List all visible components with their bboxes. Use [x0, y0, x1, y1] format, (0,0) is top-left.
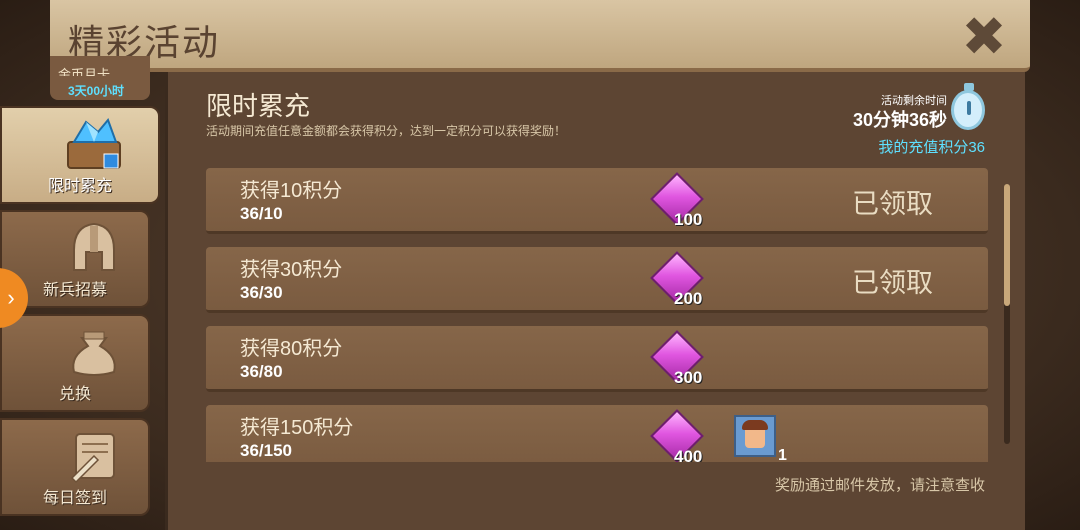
reward-progress: 36/80: [240, 362, 283, 381]
claimed-status: 已领取: [852, 268, 933, 298]
scroll-quill-icon: [64, 428, 124, 484]
hero-count: 1: [778, 447, 787, 462]
reward-progress: 36/150: [240, 441, 292, 460]
my-points: 我的充值积分36: [878, 139, 985, 156]
tab-limited-recharge-label: 限时累充: [47, 178, 112, 195]
tab-limited-recharge[interactable]: 限时累充: [0, 106, 160, 204]
reward-row: 获得10积分 36/10 100 已领取: [206, 168, 988, 234]
tab-daily-signin-label: 每日签到: [42, 490, 107, 507]
panel-heading: 限时累充: [206, 91, 311, 121]
tab-exchange[interactable]: 兑换: [0, 314, 150, 412]
helmet-icon: [64, 220, 124, 276]
scrollbar-thumb[interactable]: [1004, 184, 1010, 306]
stopwatch-icon: [951, 83, 985, 130]
tab-daily-signin[interactable]: 每日签到: [0, 418, 150, 516]
hero-avatar-icon: [734, 415, 776, 457]
reward-title: 获得80积分: [240, 338, 343, 360]
window-header: 精彩活动 ✖: [50, 0, 1030, 72]
tab-monthly-card-label: 金币月卡: [58, 67, 111, 76]
reward-progress: 36/30: [240, 283, 283, 302]
reward-row: 获得80积分 36/80 300: [206, 326, 988, 392]
reward-title: 获得30积分: [240, 259, 343, 281]
reward-list-scrollbar[interactable]: [1004, 184, 1010, 444]
gem-amount: 100: [674, 210, 703, 229]
gem-amount: 300: [674, 368, 703, 387]
gem-amount: 200: [674, 289, 703, 308]
crystal-chest-icon: [64, 116, 124, 172]
close-button[interactable]: ✖: [956, 7, 1012, 67]
timer-value: 30分钟36秒: [852, 110, 947, 130]
tab-monthly-card[interactable]: 金币月卡 3天00小时: [50, 56, 150, 100]
chevron-right-icon: ›: [7, 285, 15, 310]
event-panel: 限时累充 活动期间充值任意金额都会获得积分，达到一定积分可以获得奖励！ 活动剩余…: [165, 72, 1025, 530]
claimed-status: 已领取: [852, 189, 933, 219]
reward-list[interactable]: 获得10积分 36/10 100 已领取 获得30积分 36/30 200 已领…: [206, 168, 988, 462]
tab-exchange-label: 兑换: [58, 386, 91, 403]
reward-row: 获得30积分 36/30 200 已领取: [206, 247, 988, 313]
panel-description: 活动期间充值任意金额都会获得积分，达到一定积分可以获得奖励！: [206, 124, 567, 138]
reward-progress: 36/10: [240, 204, 283, 223]
money-bag-icon: [64, 324, 124, 380]
gem-amount: 400: [674, 447, 703, 462]
footer-note: 奖励通过邮件发放，请注意查收: [774, 477, 985, 494]
reward-title: 获得150积分: [240, 417, 354, 439]
reward-row: 获得150积分 36/150 400 1: [206, 405, 988, 462]
close-icon: ✖: [961, 6, 1007, 67]
tab-monthly-card-time: 3天00小时: [68, 84, 125, 98]
reward-title: 获得10积分: [240, 180, 343, 202]
